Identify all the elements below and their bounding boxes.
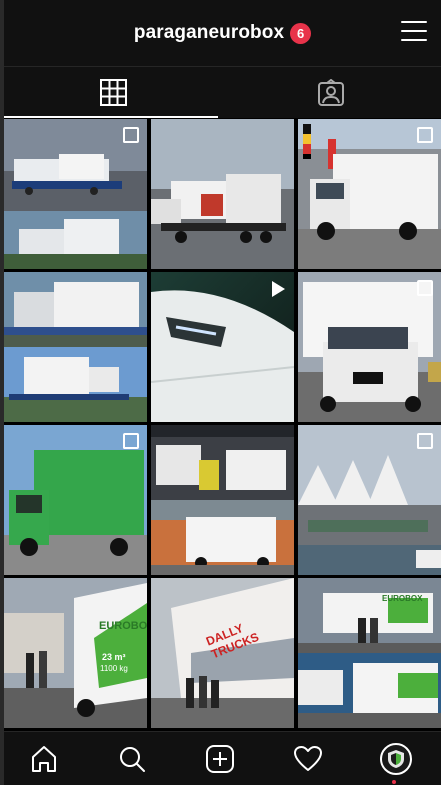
carousel-icon: [123, 127, 139, 143]
nav-profile[interactable]: [378, 741, 414, 777]
carousel-icon: [417, 433, 433, 449]
van-volume-text: 23 m³: [102, 652, 126, 662]
profile-activity-dot: [392, 780, 396, 784]
post-tile-12[interactable]: EUROBOX: [298, 578, 441, 728]
post-tile-11[interactable]: DALLY TRUCKS: [151, 578, 294, 728]
tab-posts-grid[interactable]: [4, 67, 222, 118]
post-image: [4, 578, 147, 728]
nav-activity[interactable]: [290, 741, 326, 777]
profile-username[interactable]: paraganeurobox: [134, 22, 284, 44]
post-tile-4[interactable]: [4, 272, 147, 422]
profile-avatar: [380, 743, 412, 775]
nav-add-post[interactable]: [202, 741, 238, 777]
post-tile-10[interactable]: EUROBOX 23 m³ 1100 kg: [4, 578, 147, 728]
add-post-icon: [206, 745, 234, 773]
carousel-icon: [417, 280, 433, 296]
nav-search[interactable]: [114, 741, 150, 777]
post-tile-9[interactable]: [298, 425, 441, 575]
post-tile-6[interactable]: [298, 272, 441, 422]
nav-home[interactable]: [26, 741, 62, 777]
active-tab-indicator: [4, 116, 218, 118]
carousel-icon: [123, 433, 139, 449]
tagged-user-icon: [318, 78, 344, 106]
post-tile-1[interactable]: [4, 119, 147, 269]
heart-icon: [294, 746, 322, 771]
posts-grid: EUROBOX 23 m³ 1100 kg DALLY TRUCKS: [4, 119, 441, 731]
home-icon: [32, 746, 56, 772]
shield-logo-icon: [388, 750, 404, 768]
post-tile-3[interactable]: [298, 119, 441, 269]
post-tile-8[interactable]: [151, 425, 294, 575]
tab-tagged[interactable]: [222, 67, 440, 118]
bottom-nav: [4, 731, 441, 785]
post-tile-5[interactable]: [151, 272, 294, 422]
carousel-icon: [417, 127, 433, 143]
post-image: [151, 119, 294, 269]
profile-tabs: [4, 66, 441, 118]
post-tile-7[interactable]: [4, 425, 147, 575]
post-image: [4, 272, 147, 422]
video-icon: [272, 281, 285, 297]
menu-icon[interactable]: [401, 20, 427, 42]
notification-badge[interactable]: 6: [290, 22, 312, 44]
post-tile-2[interactable]: [151, 119, 294, 269]
profile-header: paraganeurobox 6: [4, 0, 441, 66]
van-brand-text: EUROBOX: [382, 594, 423, 603]
van-payload-text: 1100 kg: [100, 664, 128, 673]
instagram-profile-screen: paraganeurobox 6 EUROBO 23 m³ 1100 kg DA…: [4, 0, 441, 785]
post-image: [151, 425, 294, 575]
search-icon: [120, 747, 145, 772]
grid-icon: [99, 79, 127, 106]
van-brand-text: EUROBOX: [99, 620, 147, 632]
